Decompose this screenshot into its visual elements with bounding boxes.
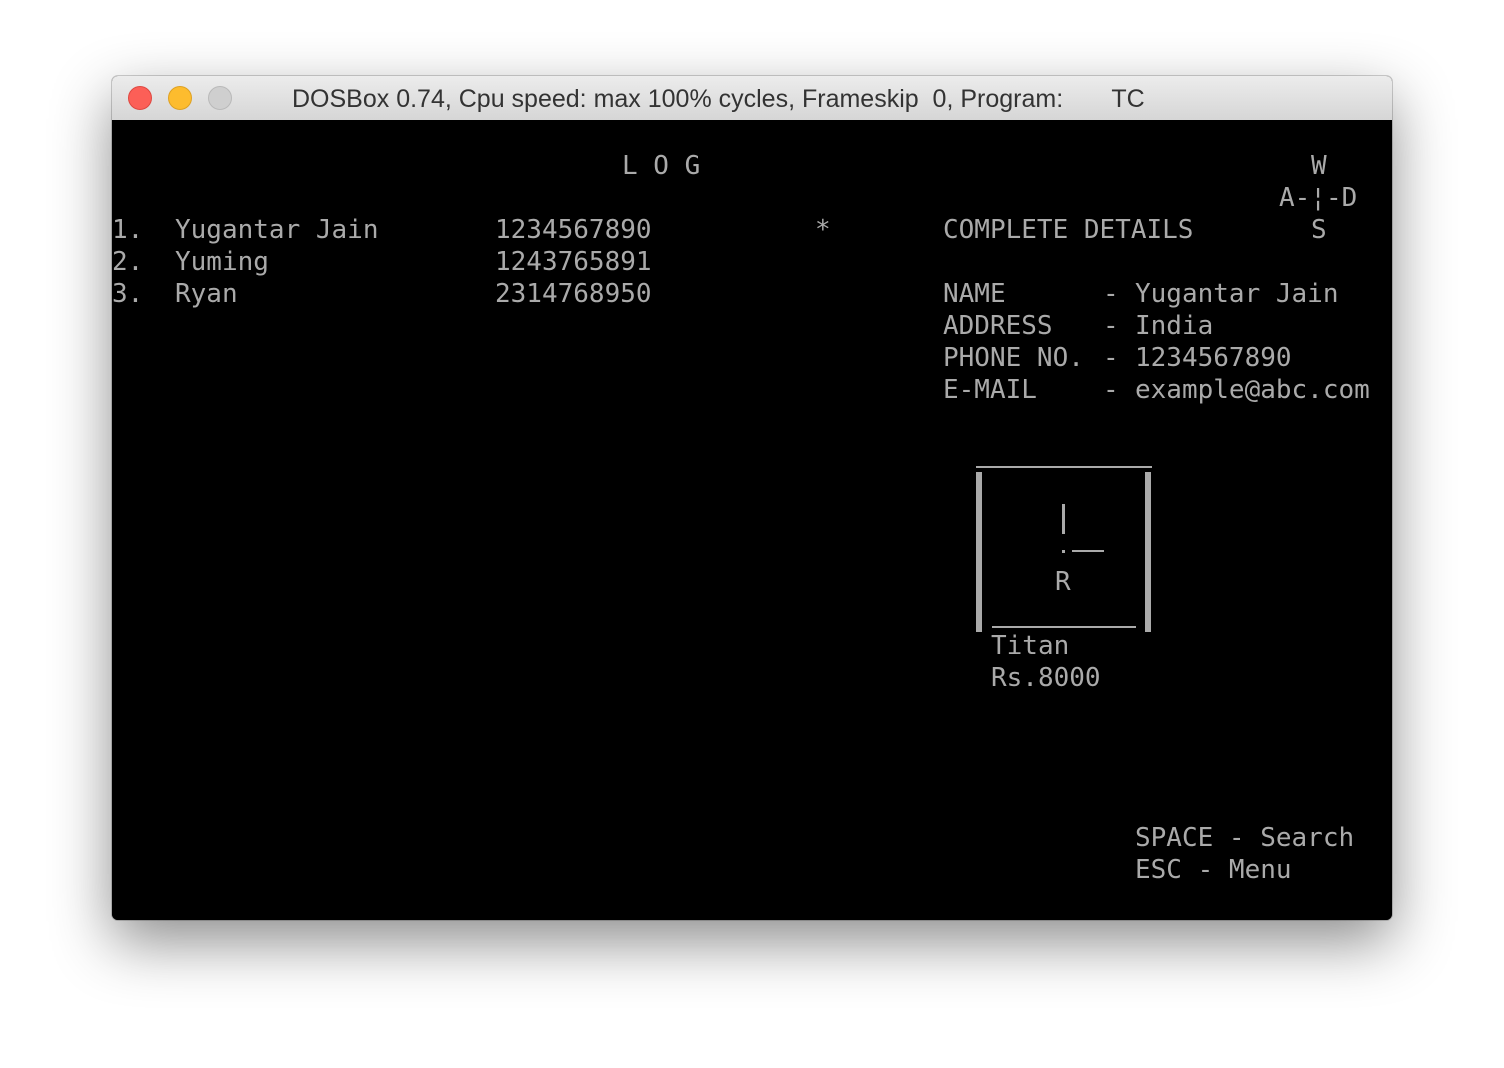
window-title: DOSBox 0.74, Cpu speed: max 100% cycles,… (292, 85, 1145, 113)
control-down-key: S (1311, 215, 1327, 245)
dosbox-window: DOSBox 0.74, Cpu speed: max 100% cycles,… (112, 76, 1392, 920)
detail-label-address: ADDRESS (943, 311, 1053, 341)
entry-index: 3. (112, 279, 144, 309)
entry-phone: 1243765891 (495, 247, 652, 277)
entry-phone: 2314768950 (495, 279, 652, 309)
minimize-window-button[interactable] (168, 86, 192, 110)
close-window-button[interactable] (128, 86, 152, 110)
detail-label-phone: PHONE NO. (943, 343, 1084, 373)
entry-index: 2. (112, 247, 144, 277)
menu-key-hint: ESC - Menu (1135, 855, 1292, 885)
detail-separator: - (1103, 343, 1119, 373)
detail-separator: - (1103, 311, 1119, 341)
log-heading: L O G (622, 151, 701, 181)
detail-label-email: E-MAIL (943, 375, 1037, 405)
maximize-window-button[interactable] (208, 86, 232, 110)
entry-index: 1. (112, 215, 144, 245)
detail-value-phone: 1234567890 (1135, 343, 1292, 373)
detail-label-name: NAME (943, 279, 1006, 309)
product-price: Rs.8000 (991, 663, 1101, 693)
search-key-hint: SPACE - Search (1135, 823, 1355, 853)
entry-name: Ryan (175, 279, 238, 309)
entry-phone: 1234567890 (495, 215, 652, 245)
detail-separator: - (1103, 375, 1119, 405)
selection-marker: * (815, 215, 831, 245)
window-titlebar[interactable]: DOSBox 0.74, Cpu speed: max 100% cycles,… (112, 76, 1392, 121)
brand-logo-letter: R (1055, 567, 1071, 597)
control-up-key: W (1311, 151, 1327, 181)
entry-name: Yuming (175, 247, 269, 277)
detail-value-email: example@abc.com (1135, 375, 1370, 405)
control-left-right-keys: A-¦-D (1279, 183, 1358, 213)
detail-value-address: India (1135, 311, 1214, 341)
details-heading: COMPLETE DETAILS (943, 215, 1194, 245)
detail-value-name: Yugantar Jain (1135, 279, 1339, 309)
detail-separator: - (1103, 279, 1119, 309)
product-name: Titan (991, 631, 1070, 661)
entry-name: Yugantar Jain (175, 215, 379, 245)
dos-screen[interactable]: L O G W A-¦-D S 1. Yugantar Jain 1234567… (112, 120, 1392, 920)
